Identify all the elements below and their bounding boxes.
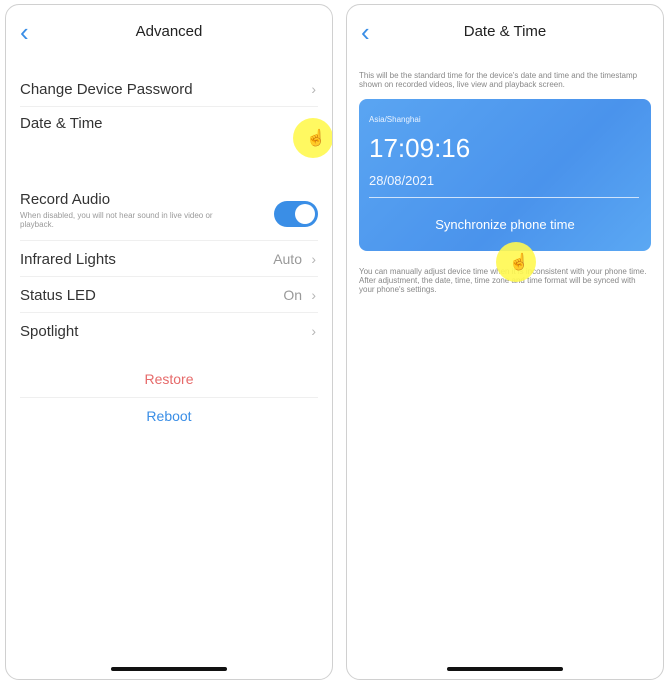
advanced-screen: ‹ Advanced Change Device Password › Date… <box>5 4 333 680</box>
date-time-screen: ‹ Date & Time This will be the standard … <box>346 4 664 680</box>
nav-bar: ‹ Date & Time <box>347 5 663 59</box>
chevron-right-icon: › <box>311 323 316 339</box>
divider <box>369 197 639 198</box>
home-indicator <box>447 667 563 671</box>
reboot-button[interactable]: Reboot <box>6 398 332 434</box>
chevron-right-icon: › <box>311 286 316 303</box>
row-value: Auto <box>273 250 302 267</box>
info-text: This will be the standard time for the d… <box>359 71 638 89</box>
tap-indicator: ☝ <box>496 242 536 282</box>
settings-row-change-password[interactable]: Change Device Password › <box>20 71 318 107</box>
row-label: Status LED <box>20 287 96 304</box>
chevron-right-icon: › <box>311 80 316 97</box>
record-audio-toggle[interactable] <box>274 201 318 227</box>
page-title: Date & Time <box>463 23 547 40</box>
row-description: When disabled, you will not hear sound i… <box>20 211 213 229</box>
settings-row-spotlight[interactable]: Spotlight › <box>20 313 318 349</box>
row-value: On <box>283 286 302 303</box>
row-label: Infrared Lights <box>20 251 116 268</box>
restore-button[interactable]: Restore <box>20 361 318 398</box>
chevron-right-icon: › <box>311 250 316 267</box>
pointing-hand-icon: ☝ <box>306 130 326 147</box>
row-label: Date & Time <box>20 115 103 132</box>
timezone-label: Asia/Shanghai <box>369 115 421 124</box>
time-card: Asia/Shanghai 17:09:16 28/08/2021 Synchr… <box>359 99 651 251</box>
settings-row-record-audio: Record Audio When disabled, you will not… <box>20 187 318 241</box>
device-time: 17:09:16 <box>369 133 471 163</box>
settings-row-status-led[interactable]: Status LED On › <box>20 277 318 313</box>
synchronize-phone-time-button[interactable]: Synchronize phone time <box>359 217 651 232</box>
page-title: Advanced <box>135 23 203 40</box>
settings-row-date-time[interactable]: Date & Time <box>20 107 318 187</box>
pointing-hand-icon: ☝ <box>509 254 529 271</box>
home-indicator <box>111 667 227 671</box>
row-label: Change Device Password <box>20 81 193 98</box>
row-label: Record Audio <box>20 191 111 208</box>
nav-bar: ‹ Advanced <box>6 5 332 59</box>
tap-indicator: ☝ <box>293 118 332 158</box>
settings-row-infrared-lights[interactable]: Infrared Lights Auto › <box>20 241 318 277</box>
row-label: Spotlight <box>20 323 79 340</box>
device-date: 28/08/2021 <box>369 173 435 188</box>
